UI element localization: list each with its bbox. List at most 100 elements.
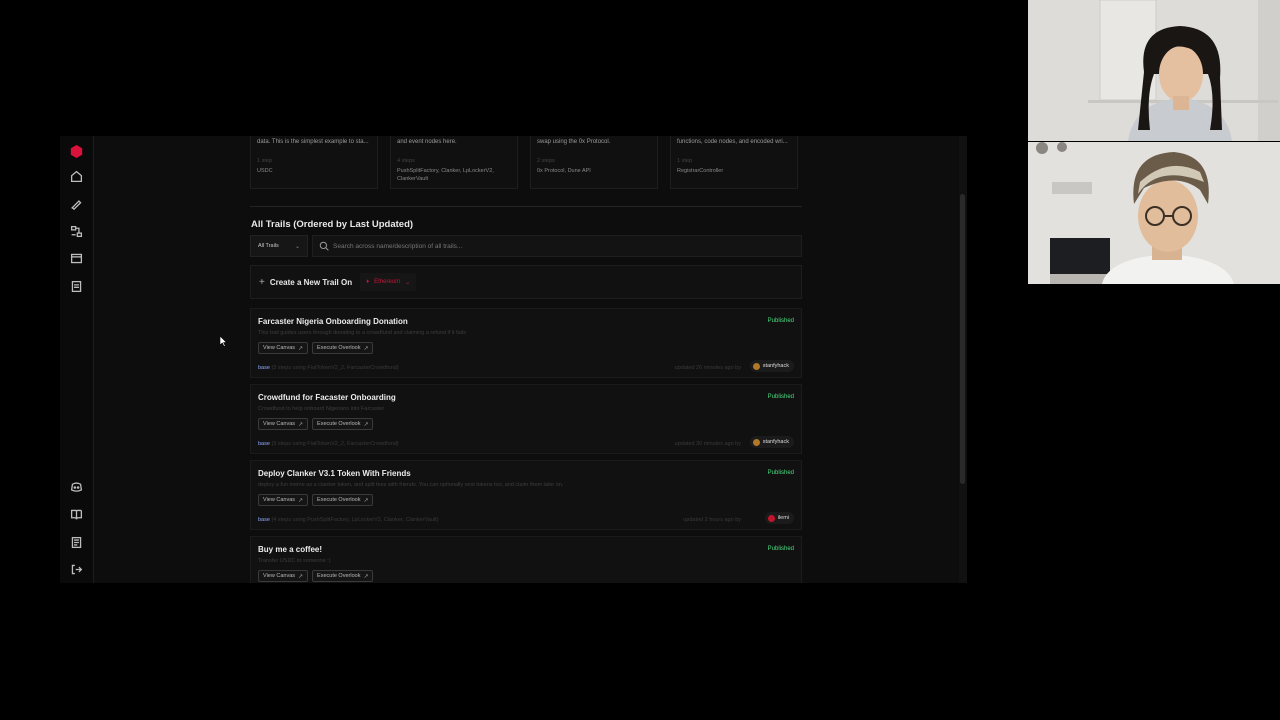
trail-meta: base (3 steps using FiatTokenV2_2, Farca… (258, 441, 399, 447)
execute-overlook-button[interactable]: Execute Overlook ↗ (312, 342, 374, 354)
trail-title[interactable]: Crowdfund for Facaster Onboarding (258, 393, 396, 402)
trail-description: Transfer USDC to someone :) (258, 558, 331, 564)
trail-description: deploy a fun meme as a clanker token, an… (258, 482, 564, 488)
logo-icon[interactable] (68, 143, 84, 159)
author-badge[interactable]: ilemi (764, 512, 794, 524)
chain-select[interactable]: ♦ Ethereum ⌄ (360, 273, 417, 291)
filter-label: All Trails (258, 243, 279, 249)
search-bar[interactable] (312, 235, 802, 257)
card-contracts: PushSplitFactory, Clanker, LpLockerV2, C… (397, 168, 494, 182)
execute-overlook-button[interactable]: Execute Overlook ↗ (312, 570, 374, 582)
execute-overlook-button[interactable]: Execute Overlook ↗ (312, 494, 374, 506)
create-trail-bar: + Create a New Trail On ♦ Ethereum ⌄ (250, 265, 802, 299)
card-steps: 1 step (257, 158, 272, 164)
scrollbar[interactable] (959, 136, 967, 583)
featured-card[interactable]: data. This is the simplest example to st… (250, 136, 378, 189)
view-canvas-button[interactable]: View Canvas ↗ (258, 570, 309, 582)
external-link-icon: ↗ (363, 497, 369, 504)
flow-icon[interactable] (68, 223, 84, 239)
trail-card[interactable]: Deploy Clanker V3.1 Token With Friends P… (250, 460, 802, 530)
discord-icon[interactable] (68, 479, 84, 495)
participant-video-feed (1028, 0, 1280, 141)
author-badge[interactable]: stanfyhack (749, 436, 794, 448)
search-input[interactable] (333, 242, 773, 250)
video-participant-2 (1028, 142, 1280, 284)
author-name: stanfyhack (762, 363, 789, 369)
trail-actions: View Canvas ↗ Execute Overlook ↗ (258, 494, 374, 506)
card-steps: 2 steps (537, 158, 555, 164)
trail-title[interactable]: Farcaster Nigeria Onboarding Donation (258, 317, 408, 326)
trail-actions: View Canvas ↗ Execute Overlook ↗ (258, 342, 374, 354)
card-description: functions, code nodes, and encoded wri..… (677, 139, 788, 145)
trail-title[interactable]: Deploy Clanker V3.1 Token With Friends (258, 469, 411, 478)
author-badge[interactable]: stanfyhack (749, 360, 794, 372)
pen-icon[interactable] (68, 195, 84, 211)
view-canvas-label: View Canvas (263, 573, 295, 579)
book-icon[interactable] (68, 506, 84, 522)
external-link-icon: ↗ (363, 421, 369, 428)
trail-card[interactable]: Buy me a coffee! Published Transfer USDC… (250, 536, 802, 583)
execute-overlook-button[interactable]: Execute Overlook ↗ (312, 418, 374, 430)
view-canvas-button[interactable]: View Canvas ↗ (258, 494, 309, 506)
trail-card[interactable]: Crowdfund for Facaster Onboarding Publis… (250, 384, 802, 454)
home-icon[interactable] (68, 168, 84, 184)
network-label: base (258, 365, 270, 371)
featured-card[interactable]: functions, code nodes, and encoded wri..… (670, 136, 798, 189)
document-icon[interactable] (68, 278, 84, 294)
trail-description: This trail guides users through donating… (258, 330, 466, 336)
external-link-icon: ↗ (363, 573, 369, 580)
card-description: swap using the 0x Protocol. (537, 139, 611, 145)
main-content: data. This is the simplest example to st… (250, 136, 802, 583)
view-canvas-label: View Canvas (263, 345, 295, 351)
status-badge: Published (767, 546, 794, 552)
avatar (767, 514, 775, 522)
status-badge: Published (767, 394, 794, 400)
card-description: data. This is the simplest example to st… (257, 139, 369, 145)
trail-card[interactable]: Farcaster Nigeria Onboarding Donation Pu… (250, 308, 802, 378)
logout-icon[interactable] (68, 561, 84, 577)
trail-steps: (3 steps using FiatTokenV2_2, FarcasterC… (271, 365, 399, 371)
trail-title[interactable]: Buy me a coffee! (258, 545, 322, 554)
search-icon (319, 241, 329, 251)
card-description: and event nodes here. (397, 139, 457, 145)
featured-card[interactable]: swap using the 0x Protocol. 2 steps 0x P… (530, 136, 658, 189)
trail-updated: updated 26 minutes ago by (674, 365, 741, 371)
trail-description: Crowdfund to help onboard Nigerians into… (258, 406, 385, 412)
external-link-icon: ↗ (298, 421, 304, 428)
trail-updated: updated 30 minutes ago by (674, 441, 741, 447)
featured-cards: data. This is the simplest example to st… (250, 136, 802, 189)
execute-overlook-label: Execute Overlook (317, 497, 361, 503)
mouse-cursor-icon (220, 336, 228, 347)
scrollbar-thumb[interactable] (960, 194, 965, 484)
author-name: ilemi (777, 515, 789, 521)
card-contracts: USDC (257, 168, 273, 174)
trail-actions: View Canvas ↗ Execute Overlook ↗ (258, 570, 374, 582)
network-label: base (258, 441, 270, 447)
notes-icon[interactable] (68, 534, 84, 550)
trail-steps: (4 steps using PushSplitFactory, LpLocke… (271, 517, 439, 523)
featured-card[interactable]: and event nodes here. 4 steps PushSplitF… (390, 136, 518, 189)
avatar (752, 438, 760, 446)
view-canvas-label: View Canvas (263, 421, 295, 427)
card-contracts: RegistrarController (677, 168, 724, 174)
chevron-down-icon: ⌄ (405, 279, 411, 286)
video-participant-1 (1028, 0, 1280, 141)
view-canvas-label: View Canvas (263, 497, 295, 503)
trail-meta: base (3 steps using FiatTokenV2_2, Farca… (258, 365, 399, 371)
view-canvas-button[interactable]: View Canvas ↗ (258, 342, 309, 354)
plus-icon: + (259, 276, 265, 288)
create-trail-button[interactable]: + Create a New Trail On (259, 277, 352, 288)
execute-overlook-label: Execute Overlook (317, 421, 361, 427)
section-title: All Trails (Ordered by Last Updated) (251, 219, 414, 230)
execute-overlook-label: Execute Overlook (317, 345, 361, 351)
section-divider (250, 206, 802, 207)
create-trail-label: Create a New Trail On (269, 277, 353, 287)
view-canvas-button[interactable]: View Canvas ↗ (258, 418, 309, 430)
ethereum-icon: ♦ (366, 279, 370, 285)
trail-actions: View Canvas ↗ Execute Overlook ↗ (258, 418, 374, 430)
status-badge: Published (767, 318, 794, 324)
card-contracts: 0x Protocol, Dune API (537, 168, 591, 174)
window-icon[interactable] (68, 250, 84, 266)
trail-filter-select[interactable]: All Trails ⌄ (250, 235, 308, 257)
trail-steps: (3 steps using FiatTokenV2_2, FarcasterC… (271, 441, 399, 447)
